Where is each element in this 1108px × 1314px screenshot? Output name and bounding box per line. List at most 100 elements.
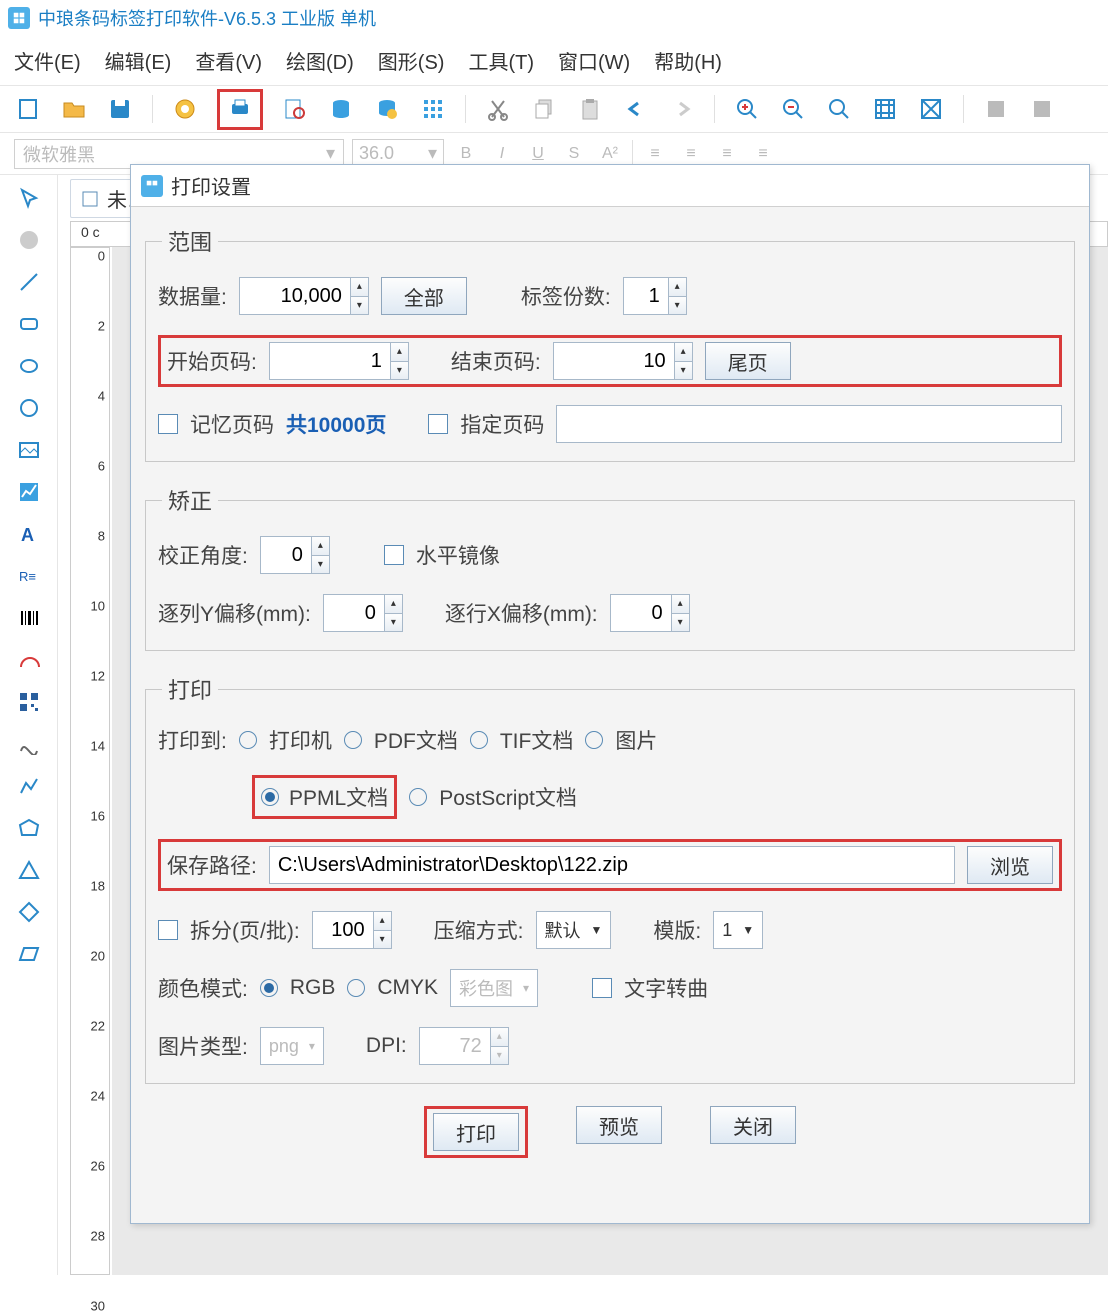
all-button[interactable]: 全部: [381, 277, 467, 315]
y-offset-input[interactable]: [324, 595, 384, 631]
x-offset-input[interactable]: [611, 595, 671, 631]
menu-draw[interactable]: 绘图(D): [286, 46, 354, 75]
triangle-icon[interactable]: [14, 855, 44, 885]
paste-icon[interactable]: [576, 95, 604, 123]
parallelogram-icon[interactable]: [14, 939, 44, 969]
qrcode-icon[interactable]: [14, 687, 44, 717]
ellipse-icon[interactable]: [14, 351, 44, 381]
zoom-in-icon[interactable]: [733, 95, 761, 123]
menu-help[interactable]: 帮助(H): [654, 46, 722, 75]
svg-text:R≡: R≡: [19, 569, 36, 584]
zoom-out-icon[interactable]: [779, 95, 807, 123]
text-curve-checkbox[interactable]: [592, 978, 612, 998]
hand-icon[interactable]: [14, 225, 44, 255]
app-icon: [8, 7, 30, 29]
database-icon[interactable]: [327, 95, 355, 123]
polyline-icon[interactable]: [14, 771, 44, 801]
richtext-icon[interactable]: R≡: [14, 561, 44, 591]
end-page-spinner[interactable]: ▴▾: [553, 342, 693, 380]
pointer-icon[interactable]: [14, 183, 44, 213]
compress-select[interactable]: 默认▼: [536, 911, 612, 949]
cmyk-radio[interactable]: [347, 979, 365, 997]
undo-icon[interactable]: [622, 95, 650, 123]
split-input[interactable]: [313, 912, 373, 948]
settings-icon[interactable]: [171, 95, 199, 123]
range-group: 范围 数据量: ▴▾ 全部 标签份数: ▴▾ 开始页码: ▴▾ 结束页码: ▴▾…: [145, 225, 1075, 462]
preview-button[interactable]: 预览: [576, 1106, 662, 1144]
menu-shape[interactable]: 图形(S): [378, 46, 445, 75]
pdf-radio[interactable]: [344, 731, 362, 749]
printer-radio[interactable]: [239, 731, 257, 749]
start-page-input[interactable]: [270, 343, 390, 379]
chevron-down-icon: ▾: [326, 143, 335, 164]
preview-icon[interactable]: [281, 95, 309, 123]
end-page-input[interactable]: [554, 343, 674, 379]
menu-window[interactable]: 窗口(W): [558, 46, 630, 75]
redo-icon[interactable]: [668, 95, 696, 123]
data-count-spinner[interactable]: ▴▾: [239, 277, 369, 315]
menu-view[interactable]: 查看(V): [195, 46, 262, 75]
new-icon[interactable]: [14, 95, 42, 123]
open-icon[interactable]: [60, 95, 88, 123]
dialog-titlebar[interactable]: 打印设置: [131, 165, 1089, 207]
menu-tool[interactable]: 工具(T): [468, 46, 534, 75]
y-offset-spinner[interactable]: ▴▾: [323, 594, 403, 632]
print-settings-dialog: 打印设置 范围 数据量: ▴▾ 全部 标签份数: ▴▾ 开始页码: ▴▾ 结束页…: [130, 164, 1090, 1224]
line-icon[interactable]: [14, 267, 44, 297]
tif-radio[interactable]: [470, 731, 488, 749]
remember-page-checkbox[interactable]: [158, 414, 178, 434]
cut-icon[interactable]: [484, 95, 512, 123]
start-page-spinner[interactable]: ▴▾: [269, 342, 409, 380]
dpi-input: [420, 1028, 490, 1064]
barcode-icon[interactable]: [14, 603, 44, 633]
save-icon[interactable]: [106, 95, 134, 123]
postscript-radio[interactable]: [409, 788, 427, 806]
curve-icon[interactable]: [14, 729, 44, 759]
data-count-input[interactable]: [240, 278, 350, 314]
copies-spinner[interactable]: ▴▾: [623, 277, 687, 315]
mirror-checkbox[interactable]: [384, 545, 404, 565]
print-button[interactable]: 打印: [433, 1113, 519, 1151]
text-icon[interactable]: A: [14, 519, 44, 549]
split-spinner[interactable]: ▴▾: [312, 911, 392, 949]
tool-b-icon[interactable]: [1028, 95, 1056, 123]
circle-icon[interactable]: [14, 393, 44, 423]
close-button[interactable]: 关闭: [710, 1106, 796, 1144]
rect-icon[interactable]: [14, 309, 44, 339]
tool-a-icon[interactable]: [982, 95, 1010, 123]
specify-page-checkbox[interactable]: [428, 414, 448, 434]
fullscreen-icon[interactable]: [917, 95, 945, 123]
arc-icon[interactable]: [14, 645, 44, 675]
menu-edit[interactable]: 编辑(E): [105, 46, 172, 75]
angle-input[interactable]: [261, 537, 311, 573]
browse-button[interactable]: 浏览: [967, 846, 1053, 884]
printer-option: 打印机: [269, 725, 332, 755]
x-offset-label: 逐行X偏移(mm):: [445, 598, 598, 628]
image-icon[interactable]: [14, 435, 44, 465]
zoom-fit-icon[interactable]: [825, 95, 853, 123]
database-gear-icon[interactable]: [373, 95, 401, 123]
split-checkbox[interactable]: [158, 920, 178, 940]
polygon-icon[interactable]: [14, 813, 44, 843]
last-page-button[interactable]: 尾页: [705, 342, 791, 380]
template-select[interactable]: 1▼: [713, 911, 763, 949]
image-radio[interactable]: [585, 731, 603, 749]
x-offset-spinner[interactable]: ▴▾: [610, 594, 690, 632]
print-group: 打印 打印到: 打印机 PDF文档 TIF文档 图片 PPML文档 PostSc…: [145, 673, 1075, 1084]
save-path-input[interactable]: [269, 846, 955, 884]
angle-spinner[interactable]: ▴▾: [260, 536, 330, 574]
separator-icon: [465, 95, 466, 123]
diamond-icon[interactable]: [14, 897, 44, 927]
chart-icon[interactable]: [14, 477, 44, 507]
copy-icon[interactable]: [530, 95, 558, 123]
data-count-label: 数据量:: [158, 281, 227, 311]
copies-input[interactable]: [624, 278, 668, 314]
rgb-radio[interactable]: [260, 979, 278, 997]
grid-icon[interactable]: [419, 95, 447, 123]
menu-file[interactable]: 文件(E): [14, 46, 81, 75]
ppml-radio[interactable]: [261, 788, 279, 806]
cmyk-option: CMYK: [377, 976, 438, 1000]
print-icon[interactable]: [226, 94, 254, 122]
fit-screen-icon[interactable]: [871, 95, 899, 123]
specify-page-input[interactable]: [556, 405, 1062, 443]
